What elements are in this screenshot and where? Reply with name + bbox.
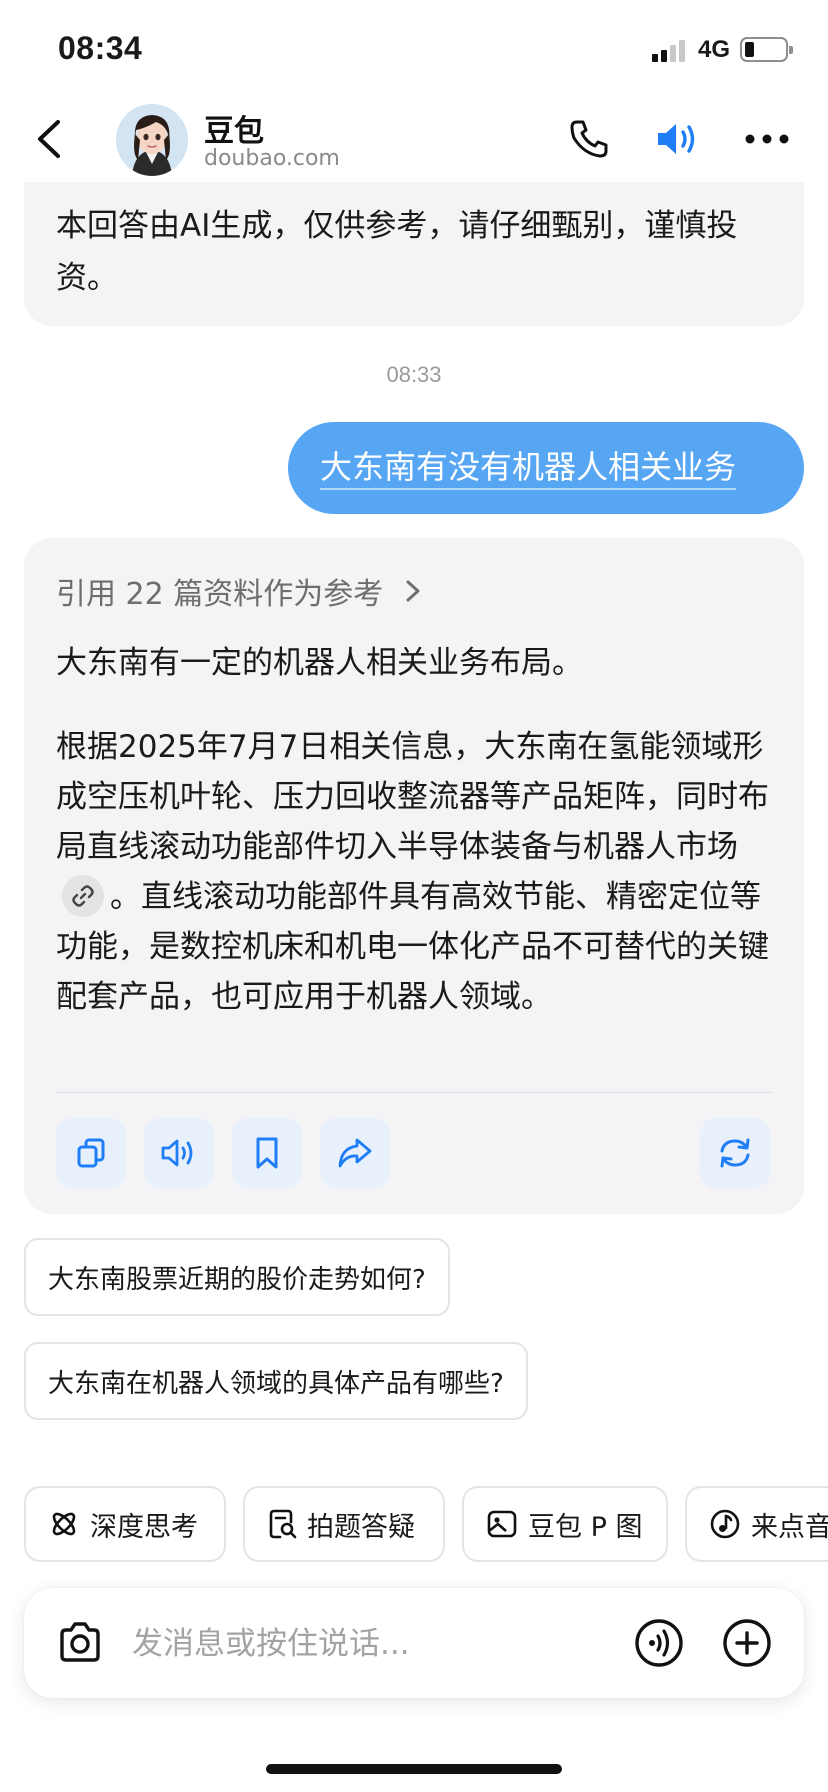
share-icon	[338, 1138, 372, 1168]
suggestion-chip[interactable]: 大东南股票近期的股价走势如何?	[24, 1238, 450, 1316]
previous-answer-bubble: 本回答由AI生成，仅供参考，请仔细甄别，谨慎投资。	[24, 182, 804, 326]
refresh-icon	[720, 1138, 750, 1168]
bot-domain: doubao.com	[204, 146, 340, 171]
copy-icon	[77, 1138, 105, 1168]
music-note-icon	[710, 1509, 740, 1539]
reference-text: 引用 22 篇资料作为参考	[56, 577, 384, 612]
bot-avatar[interactable]	[116, 104, 188, 176]
status-time: 08:34	[58, 30, 143, 66]
share-button[interactable]	[320, 1118, 390, 1188]
answer-paragraph-2: 根据2025年7月7日相关信息，大东南在氢能领域形成空压机叶轮、压力回收整流器等…	[56, 722, 780, 1022]
answer-paragraph-1: 大东南有一定的机器人相关业务布局。	[56, 645, 583, 681]
status-bar: 08:34 4G	[0, 0, 828, 96]
message-input[interactable]: 发消息或按住说话...	[132, 1618, 410, 1663]
card-divider	[56, 1092, 772, 1093]
reference-link[interactable]: 引用 22 篇资料作为参考	[56, 568, 425, 614]
phone-call-icon[interactable]	[568, 118, 610, 160]
back-arrow-icon[interactable]	[30, 116, 70, 162]
message-timestamp: 08:33	[386, 362, 442, 387]
battery-icon	[740, 37, 793, 62]
user-message-bubble[interactable]: 大东南有没有机器人相关业务	[288, 422, 804, 514]
tool-deep-thinking[interactable]: 深度思考	[24, 1486, 226, 1562]
scan-document-icon	[269, 1509, 297, 1539]
chat-header: 豆包 doubao.com	[0, 96, 828, 182]
copy-button[interactable]	[56, 1118, 126, 1188]
plus-icon[interactable]	[722, 1618, 772, 1668]
voice-input-icon[interactable]	[634, 1618, 684, 1668]
suggestion-chip[interactable]: 大东南在机器人领域的具体产品有哪些?	[24, 1342, 528, 1420]
bookmark-icon	[256, 1137, 278, 1169]
speaker-on-icon[interactable]	[654, 118, 702, 160]
atom-icon	[52, 1512, 76, 1536]
suggestion-text: 大东南在机器人领域的具体产品有哪些?	[48, 1368, 504, 1399]
tool-label: 拍题答疑	[307, 1511, 415, 1543]
speaker-icon	[161, 1139, 193, 1167]
bookmark-button[interactable]	[232, 1118, 302, 1188]
read-aloud-button[interactable]	[144, 1118, 214, 1188]
tool-music[interactable]: 来点音	[685, 1486, 828, 1562]
source-link-icon[interactable]	[62, 874, 104, 917]
answer-paragraph-2-part-1: 根据2025年7月7日相关信息，大东南在氢能领域形成空压机叶轮、压力回收整流器等…	[56, 729, 769, 865]
user-message-text: 大东南有没有机器人相关业务	[320, 446, 737, 490]
network-type: 4G	[698, 36, 731, 63]
cellular-signal-icon	[652, 38, 688, 62]
tool-label: 豆包 P 图	[528, 1511, 643, 1543]
tool-photo-question[interactable]: 拍题答疑	[243, 1486, 445, 1562]
answer-paragraph-2-part-2: 。直线滚动功能部件具有高效节能、精密定位等功能，是数控机床和机电一体化产品不可替…	[56, 879, 769, 1015]
camera-icon[interactable]	[56, 1620, 104, 1666]
suggestion-text: 大东南股票近期的股价走势如何?	[48, 1264, 426, 1295]
home-indicator	[266, 1764, 562, 1774]
answer-card: 引用 22 篇资料作为参考 大东南有一定的机器人相关业务布局。 根据2025年7…	[24, 538, 804, 1214]
bot-name: 豆包	[204, 114, 264, 149]
message-input-bar: 发消息或按住说话...	[24, 1588, 804, 1698]
tool-label: 来点音	[751, 1511, 828, 1543]
chevron-right-icon	[406, 580, 420, 602]
more-options-icon[interactable]	[744, 132, 790, 146]
previous-answer-text: 本回答由AI生成，仅供参考，请仔细甄别，谨慎投资。	[56, 208, 738, 296]
regenerate-button[interactable]	[700, 1118, 770, 1188]
tool-photo-edit[interactable]: 豆包 P 图	[462, 1486, 668, 1562]
image-edit-icon	[487, 1510, 517, 1538]
tool-label: 深度思考	[90, 1511, 198, 1543]
